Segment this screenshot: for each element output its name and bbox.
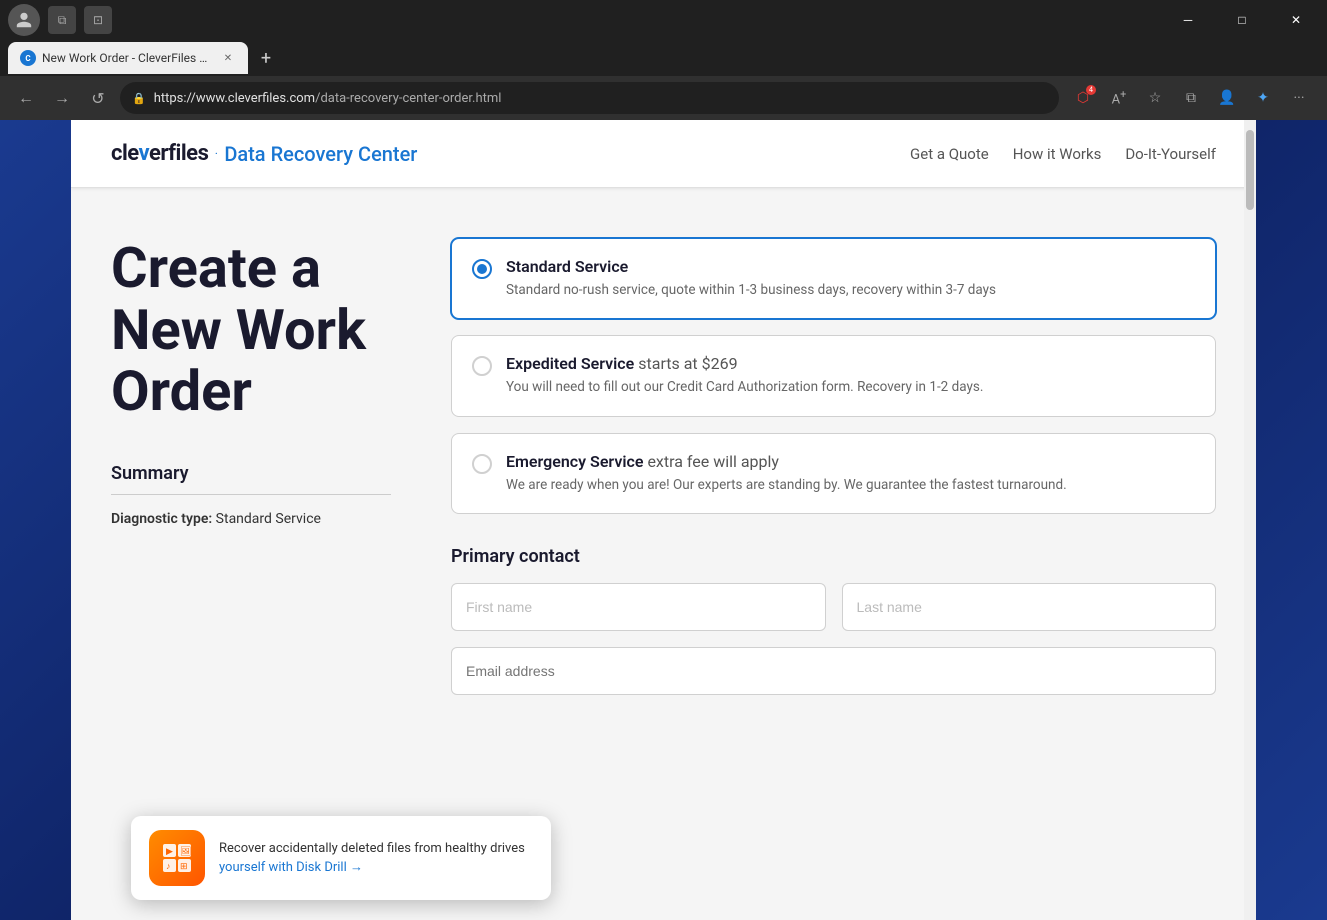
toast-link[interactable]: yourself with Disk Drill → [219, 860, 363, 875]
active-tab[interactable]: C New Work Order - CleverFiles D... ✕ [8, 42, 248, 74]
diagnostic-type: Diagnostic type: Standard Service [111, 511, 391, 527]
profile-icon[interactable] [8, 4, 40, 36]
svg-text:⊞: ⊞ [180, 862, 188, 872]
minimize-button[interactable]: ─ [1165, 4, 1211, 36]
page-title: Create a New Work Order [111, 238, 391, 423]
name-form-row [451, 583, 1216, 631]
scrollbar[interactable] [1244, 120, 1256, 920]
tab-bar: C New Work Order - CleverFiles D... ✕ + [0, 40, 1327, 76]
expedited-service-price: starts at $269 [638, 354, 737, 373]
logo-area: cleverfiles · Data Recovery Center [111, 141, 417, 166]
diagnostic-type-value: Standard Service [216, 511, 321, 527]
standard-service-desc: Standard no-rush service, quote within 1… [506, 280, 1195, 300]
notification-toast: ▶ 🖼 ♪ ⊞ Recover accidentally deleted fil… [131, 816, 551, 900]
expedited-service-option[interactable]: Expedited Service starts at $269 You wil… [451, 335, 1216, 416]
toast-plain-text: Recover accidentally deleted files from … [219, 841, 525, 856]
page-area: cleverfiles · Data Recovery Center Get a… [0, 120, 1327, 920]
window-controls: ─ □ ✕ [1165, 4, 1319, 36]
url-domain: https://www.cleverfiles.com [154, 91, 315, 106]
scrollbar-thumb[interactable] [1246, 130, 1254, 210]
first-name-input[interactable] [451, 583, 826, 631]
svg-text:♪: ♪ [166, 862, 171, 872]
svg-text:🖼: 🖼 [180, 846, 191, 857]
contact-section-label: Primary contact [451, 546, 1216, 567]
emergency-service-radio[interactable] [472, 454, 492, 474]
toast-text: Recover accidentally deleted files from … [219, 839, 533, 878]
standard-service-name: Standard Service [506, 257, 1195, 276]
standard-service-radio[interactable] [472, 259, 492, 279]
get-quote-link[interactable]: Get a Quote [910, 145, 989, 163]
favorites-icon[interactable]: ☆ [1139, 82, 1171, 114]
logo-cle: cle [111, 141, 139, 166]
collections-icon[interactable]: ⧉ [1175, 82, 1207, 114]
toolbar-icons: ⬡ 4 A+ ☆ ⧉ 👤 ✦ ··· [1067, 82, 1315, 114]
expedited-service-name: Expedited Service starts at $269 [506, 354, 1195, 373]
logo-text: cleverfiles [111, 141, 208, 166]
emergency-service-option[interactable]: Emergency Service extra fee will apply W… [451, 433, 1216, 514]
title-bar: ⧉ ⊡ ─ □ ✕ [0, 0, 1327, 40]
summary-section: Summary Diagnostic type: Standard Servic… [111, 463, 391, 527]
address-bar[interactable]: 🔒 https://www.cleverfiles.com/data-recov… [120, 82, 1059, 114]
back-button[interactable]: ← [12, 84, 40, 112]
forward-button[interactable]: → [48, 84, 76, 112]
refresh-button[interactable]: ↺ [84, 84, 112, 112]
main-content: Create a New Work Order Summary Diagnost… [71, 188, 1256, 920]
maximize-button[interactable]: □ [1219, 4, 1265, 36]
browser-chrome: ⧉ ⊡ ─ □ ✕ C New Work Order - CleverFiles… [0, 0, 1327, 120]
emergency-service-price: extra fee will apply [647, 452, 779, 471]
logo-erfiles: erfiles [149, 141, 208, 166]
tab-stack-icon[interactable]: ⧉ [48, 6, 76, 34]
email-input[interactable] [451, 647, 1216, 695]
copilot-icon[interactable]: ✦ [1247, 82, 1279, 114]
diagnostic-type-label: Diagnostic type: [111, 511, 212, 527]
standard-service-info: Standard Service Standard no-rush servic… [506, 257, 1195, 300]
tab-title-text: New Work Order - CleverFiles D... [42, 51, 214, 65]
standard-service-option[interactable]: Standard Service Standard no-rush servic… [451, 238, 1216, 319]
profile-sync-icon[interactable]: 👤 [1211, 82, 1243, 114]
how-it-works-link[interactable]: How it Works [1013, 145, 1102, 163]
left-column: Create a New Work Order Summary Diagnost… [111, 238, 391, 880]
extensions-icon[interactable]: ⬡ 4 [1067, 82, 1099, 114]
do-it-yourself-link[interactable]: Do-It-Yourself [1125, 145, 1216, 163]
svg-text:▶: ▶ [166, 847, 173, 857]
address-bar-row: ← → ↺ 🔒 https://www.cleverfiles.com/data… [0, 76, 1327, 120]
summary-label: Summary [111, 463, 391, 484]
right-column: Standard Service Standard no-rush servic… [451, 238, 1216, 880]
logo-v: v [139, 141, 150, 166]
sidebar-icon[interactable]: ⊡ [84, 6, 112, 34]
contact-section: Primary contact [451, 546, 1216, 695]
site-nav: Get a Quote How it Works Do-It-Yourself [910, 145, 1216, 163]
website-container: cleverfiles · Data Recovery Center Get a… [71, 120, 1256, 920]
logo-separator: · [214, 144, 218, 163]
emergency-service-info: Emergency Service extra fee will apply W… [506, 452, 1195, 495]
emergency-service-name: Emergency Service extra fee will apply [506, 452, 1195, 471]
expedited-service-desc: You will need to fill out our Credit Car… [506, 377, 1195, 397]
url-path: /data-recovery-center-order.html [315, 91, 501, 106]
read-aloud-icon[interactable]: A+ [1103, 82, 1135, 114]
site-header: cleverfiles · Data Recovery Center Get a… [71, 120, 1256, 188]
summary-divider [111, 494, 391, 495]
last-name-input[interactable] [842, 583, 1217, 631]
emergency-service-desc: We are ready when you are! Our experts a… [506, 475, 1195, 495]
expedited-service-info: Expedited Service starts at $269 You wil… [506, 354, 1195, 397]
address-text: https://www.cleverfiles.com/data-recover… [154, 91, 502, 106]
expedited-service-radio[interactable] [472, 356, 492, 376]
new-tab-button[interactable]: + [252, 44, 280, 72]
logo-subtitle: Data Recovery Center [224, 142, 417, 166]
lock-icon: 🔒 [132, 92, 146, 105]
tab-favicon: C [20, 50, 36, 66]
more-options-icon[interactable]: ··· [1283, 82, 1315, 114]
tab-close-button[interactable]: ✕ [220, 50, 236, 66]
toast-icon: ▶ 🖼 ♪ ⊞ [149, 830, 205, 886]
close-button[interactable]: ✕ [1273, 4, 1319, 36]
